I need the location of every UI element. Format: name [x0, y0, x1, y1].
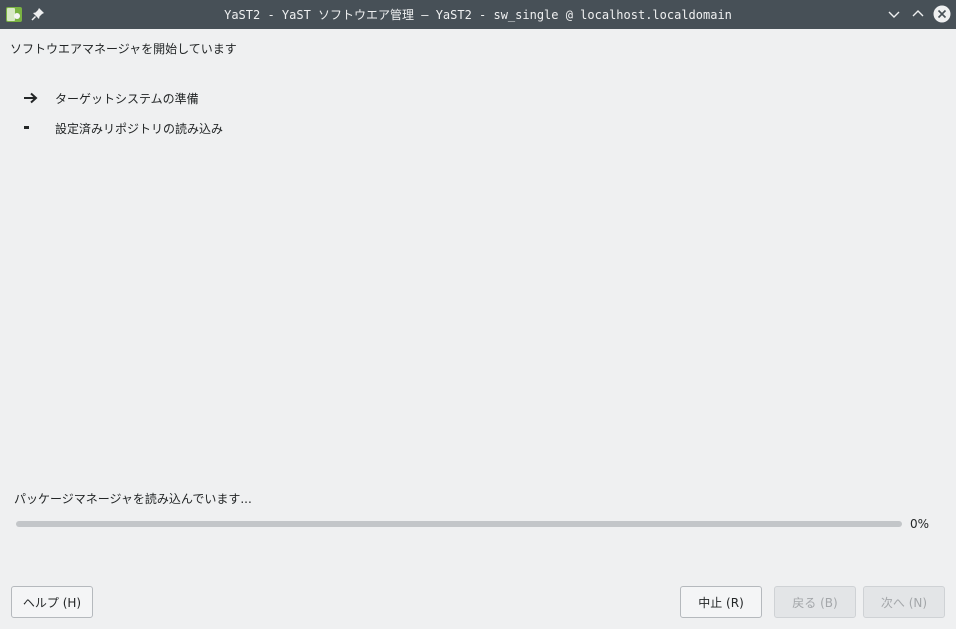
- progress-label: パッケージマネージャを読み込んでいます...: [14, 492, 252, 506]
- help-button[interactable]: ヘルプ (H): [11, 586, 93, 618]
- window-titlebar[interactable]: YaST2 - YaST ソフトウエア管理 — YaST2 - sw_singl…: [0, 0, 956, 29]
- progress-bar: [16, 521, 902, 527]
- minimize-icon[interactable]: [885, 5, 903, 23]
- window-title: YaST2 - YaST ソフトウエア管理 — YaST2 - sw_singl…: [224, 8, 732, 22]
- step-label: 設定済みリポジトリの読み込み: [55, 122, 224, 136]
- step-label: ターゲットシステムの準備: [55, 92, 199, 106]
- back-button[interactable]: 戻る (B): [774, 586, 856, 618]
- abort-button[interactable]: 中止 (R): [680, 586, 762, 618]
- close-icon[interactable]: [933, 5, 951, 23]
- page-heading: ソフトウエアマネージャを開始しています: [10, 42, 237, 56]
- next-button[interactable]: 次へ (N): [863, 586, 945, 618]
- arrow-right-icon: [24, 92, 38, 104]
- maximize-icon[interactable]: [909, 5, 927, 23]
- progress-percent: 0%: [910, 517, 930, 531]
- dash-icon: [24, 126, 29, 129]
